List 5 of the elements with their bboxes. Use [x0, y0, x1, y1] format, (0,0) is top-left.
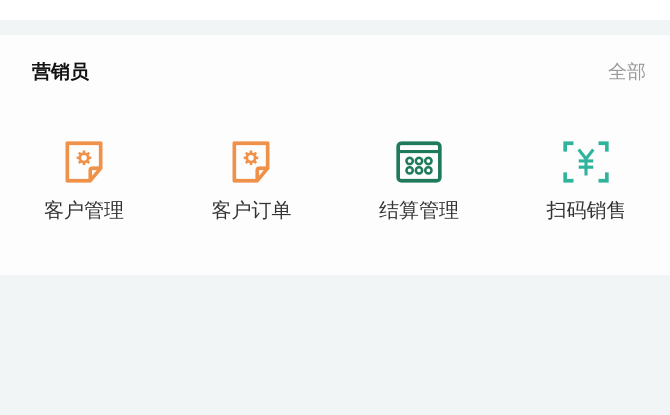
menu-item[interactable]: 客户订单: [168, 137, 335, 224]
menu-item[interactable]: 结算管理: [335, 137, 502, 224]
menu-item[interactable]: 客户管理: [0, 137, 168, 224]
section-title: 营销员: [32, 60, 89, 85]
menu-item[interactable]: 扫码销售: [502, 137, 670, 224]
